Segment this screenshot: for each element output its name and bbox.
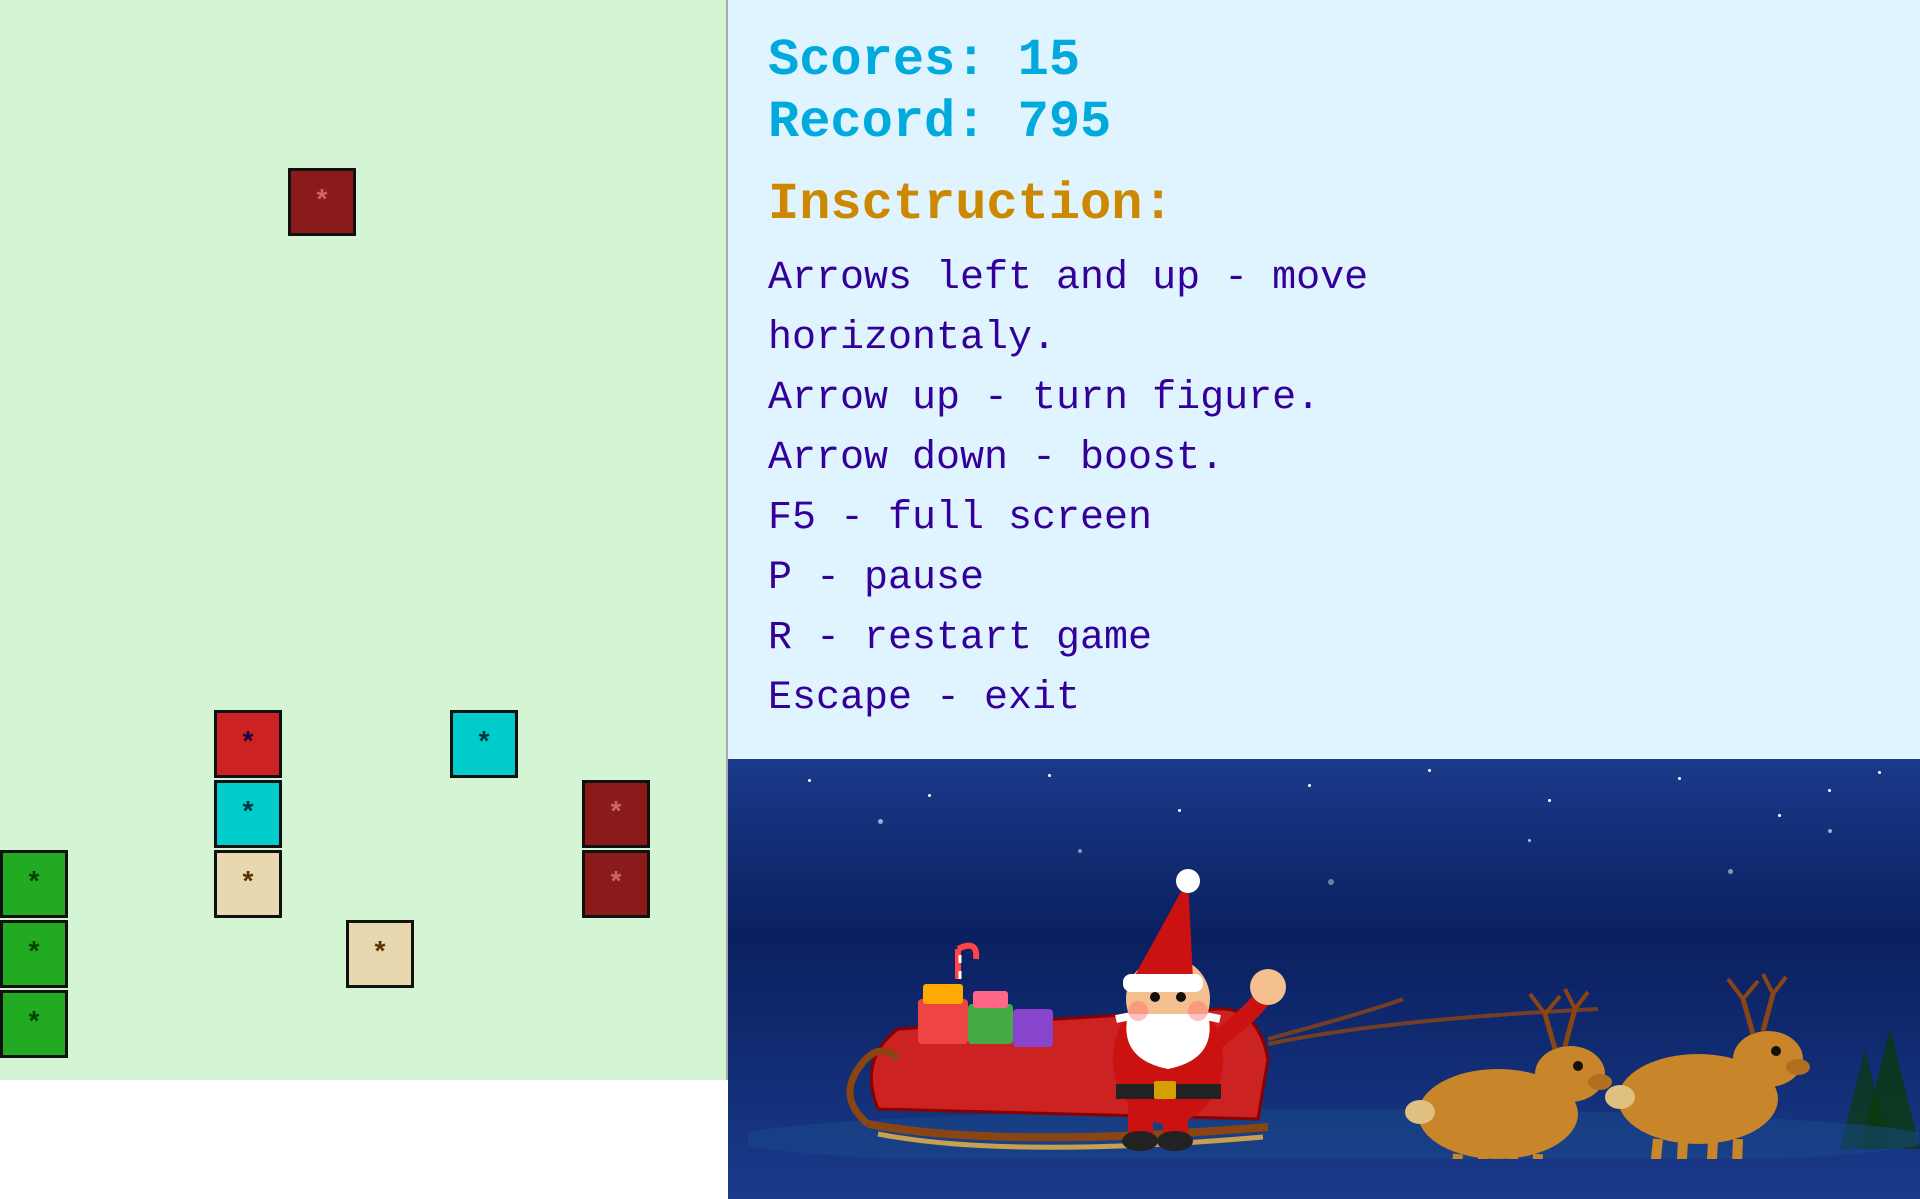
instruction-line-3: Arrow up - turn figure. — [768, 369, 1880, 429]
block: * — [214, 780, 282, 848]
block: * — [582, 850, 650, 918]
right-panel: Scores: 15 Record: 795 Insctruction: Arr… — [728, 0, 1920, 1080]
block: * — [0, 920, 68, 988]
instruction-line-8: Escape - exit — [768, 669, 1880, 729]
instruction-title: Insctruction: — [768, 175, 1880, 234]
instruction-line-1: Arrows left and up - move — [768, 249, 1880, 309]
record-display: Record: 795 — [768, 92, 1880, 154]
christmas-scene — [728, 759, 1920, 1199]
instruction-line-2: horizontaly. — [768, 309, 1880, 369]
block: * — [346, 920, 414, 988]
scores-display: Scores: 15 — [768, 30, 1880, 92]
block: * — [582, 780, 650, 848]
block: * — [450, 710, 518, 778]
block: * — [0, 990, 68, 1058]
santa-illustration — [748, 779, 1918, 1159]
block: * — [214, 850, 282, 918]
scores-section: Scores: 15 Record: 795 — [768, 30, 1880, 155]
instruction-line-7: R - restart game — [768, 609, 1880, 669]
instruction-line-5: F5 - full screen — [768, 489, 1880, 549]
instruction-line-4: Arrow down - boost. — [768, 429, 1880, 489]
instruction-line-6: P - pause — [768, 549, 1880, 609]
instruction-body: Arrows left and up - move horizontaly. A… — [768, 249, 1880, 729]
block: * — [214, 710, 282, 778]
game-area: * * * * * * * * * * * * * * — [0, 0, 728, 1080]
block: * — [288, 168, 356, 236]
info-area: Scores: 15 Record: 795 Insctruction: Arr… — [728, 0, 1920, 759]
block: * — [0, 850, 68, 918]
